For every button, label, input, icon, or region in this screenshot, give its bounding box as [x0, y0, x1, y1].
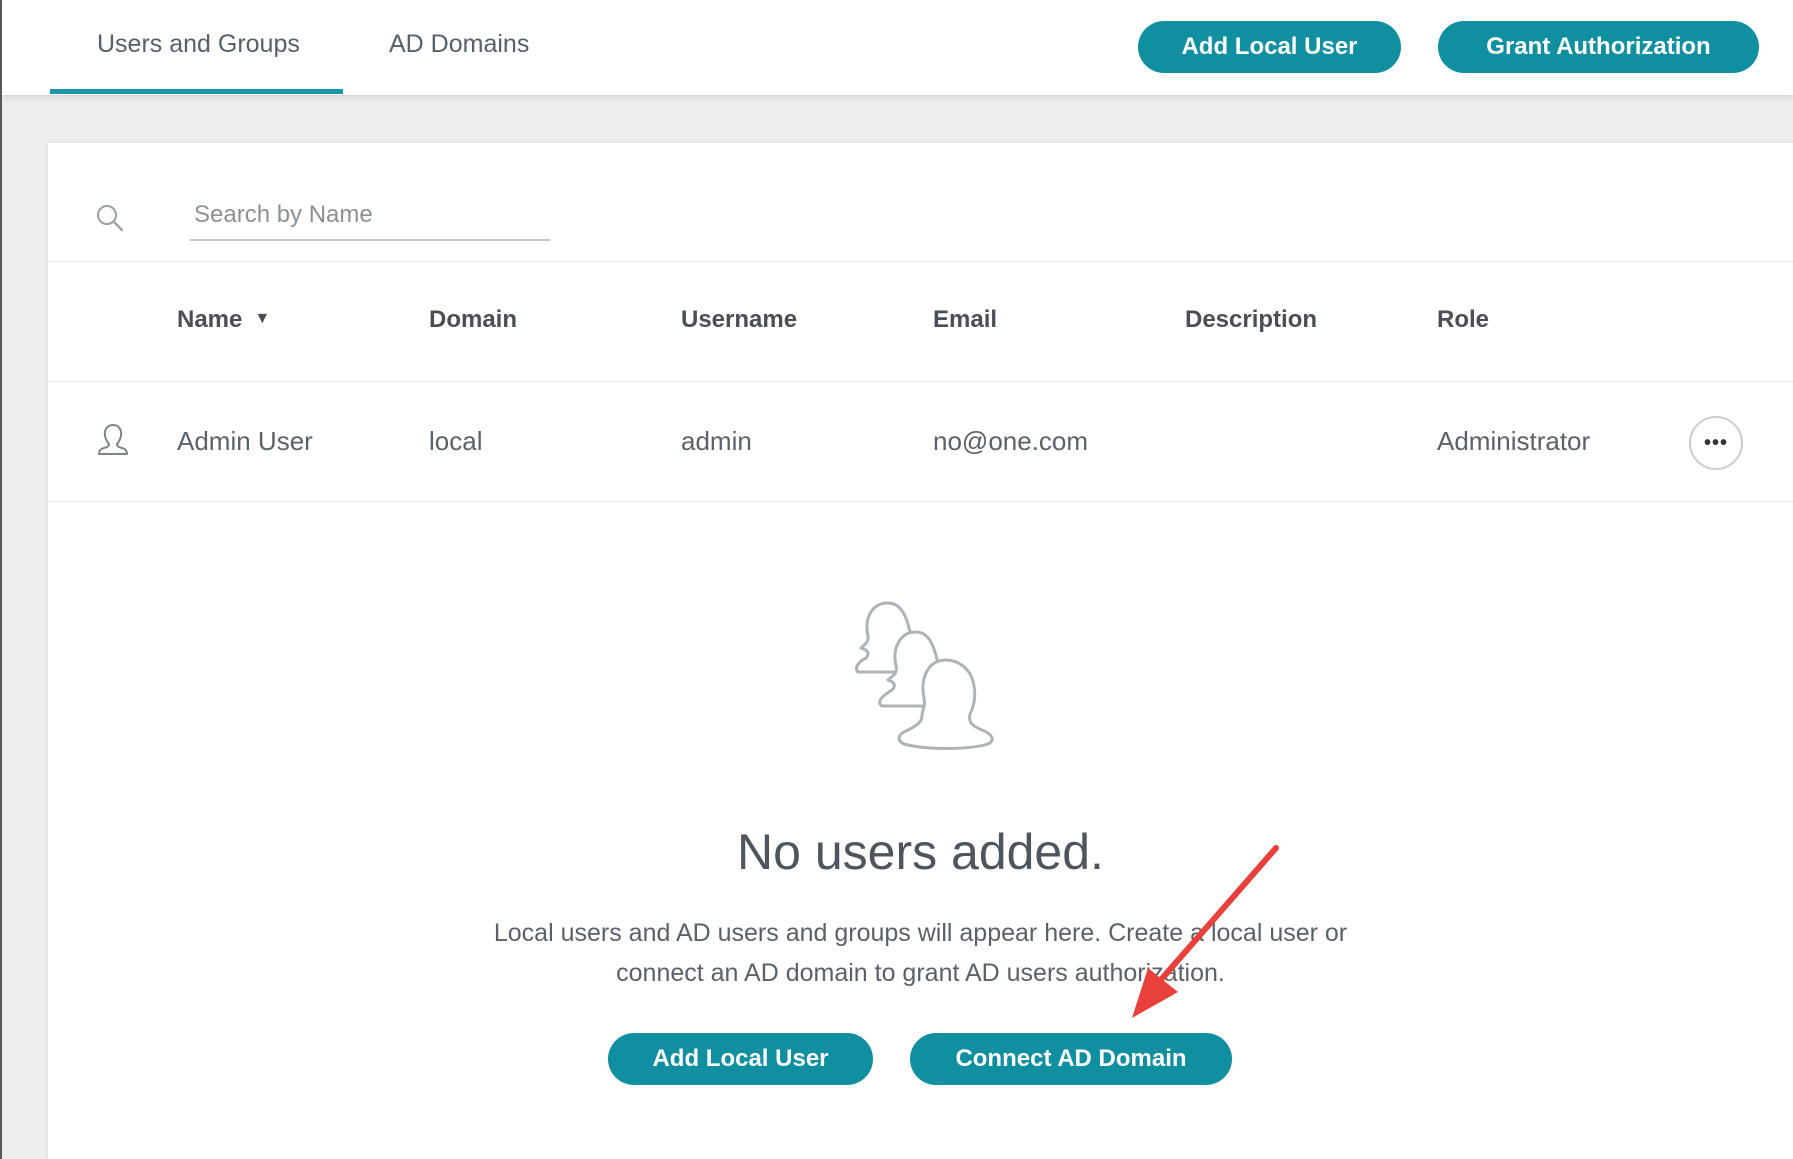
users-group-icon — [854, 601, 994, 750]
grant-authorization-button[interactable]: Grant Authorization — [1438, 21, 1759, 73]
row-role: Administrator — [1437, 426, 1591, 456]
divider — [48, 501, 1793, 502]
empty-state-description: Local users and AD users and groups will… — [48, 913, 1793, 993]
window-edge — [0, 0, 2, 1159]
row-name: Admin User — [177, 426, 313, 456]
sort-descending-icon: ▼ — [254, 309, 271, 327]
column-header-description[interactable]: Description — [1185, 306, 1317, 334]
active-tab-indicator — [50, 89, 343, 94]
table-row[interactable]: Admin User local admin no@one.com Admini… — [48, 382, 1793, 501]
more-options-button[interactable]: ••• — [1689, 416, 1743, 470]
add-local-user-button[interactable]: Add Local User — [1138, 21, 1401, 73]
row-domain: local — [429, 426, 483, 456]
users-card: Name▼ Domain Username Email Description … — [48, 143, 1793, 1159]
tab-users-and-groups[interactable]: Users and Groups — [97, 30, 300, 59]
column-header-name[interactable]: Name ▼ — [177, 306, 270, 334]
column-header-role[interactable]: Role — [1437, 306, 1489, 334]
divider — [48, 261, 1793, 262]
search-icon — [97, 205, 124, 232]
connect-ad-domain-button[interactable]: Connect AD Domain — [910, 1033, 1232, 1085]
more-icon: ••• — [1703, 431, 1728, 454]
search-input[interactable] — [190, 191, 550, 241]
top-bar: Users and Groups AD Domains Add Local Us… — [2, 0, 1793, 95]
tab-ad-domains[interactable]: AD Domains — [389, 30, 529, 59]
search-bar — [95, 191, 550, 241]
column-header-label: Name — [177, 306, 243, 333]
empty-add-local-user-button[interactable]: Add Local User — [608, 1033, 873, 1085]
row-email: no@one.com — [933, 426, 1089, 456]
user-icon — [98, 424, 128, 455]
column-header-username[interactable]: Username — [681, 306, 797, 334]
column-header-email[interactable]: Email — [933, 306, 997, 334]
row-username: admin — [681, 426, 752, 456]
column-header-domain[interactable]: Domain — [429, 306, 517, 334]
empty-state-description-line: connect an AD domain to grant AD users a… — [616, 959, 1225, 987]
empty-state-title: No users added. — [737, 824, 1104, 880]
empty-state-description-line: Local users and AD users and groups will… — [493, 919, 1348, 947]
